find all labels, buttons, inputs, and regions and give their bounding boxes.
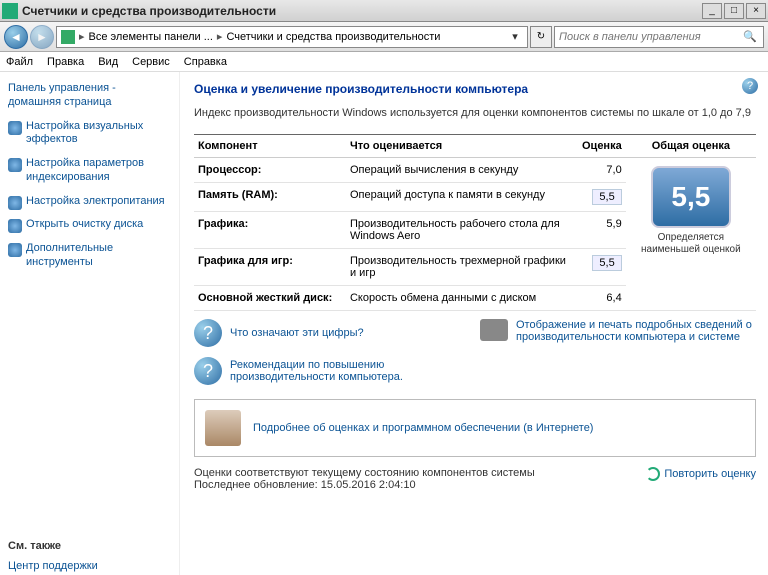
breadcrumb-part1[interactable]: Все элементы панели ... xyxy=(89,31,213,43)
main-pane: ? Оценка и увеличение производительности… xyxy=(180,72,768,575)
address-bar[interactable]: ▸ Все элементы панели ... ▸ Счетчики и с… xyxy=(56,26,528,48)
printer-icon xyxy=(480,319,508,341)
title-bar: Счетчики и средства производительности _… xyxy=(0,0,768,22)
sidebar-home[interactable]: Панель управления - домашняя страница xyxy=(8,82,171,110)
sidebar-link-3[interactable]: Открыть очистку диска xyxy=(26,218,143,232)
search-input[interactable] xyxy=(559,31,741,43)
table-row: Процессор:Операций вычисления в секунду7… xyxy=(194,158,756,183)
link-tips[interactable]: Рекомендации по повышению производительн… xyxy=(230,359,470,383)
overall-caption: Определяется наименьшей оценкой xyxy=(630,232,752,256)
search-box[interactable]: 🔍 xyxy=(554,26,764,48)
address-dropdown[interactable]: ▾ xyxy=(507,30,523,43)
cell-component: Память (RAM): xyxy=(194,183,346,212)
cell-score: 6,4 xyxy=(574,286,626,311)
sidebar-see-also[interactable]: Центр поддержки xyxy=(8,560,171,574)
cell-component: Графика: xyxy=(194,212,346,249)
sidebar-link-icon xyxy=(8,196,22,210)
sidebar-link-4[interactable]: Дополнительные инструменты xyxy=(26,242,171,270)
menu-bar: Файл Правка Вид Сервис Справка xyxy=(0,52,768,72)
question-icon: ? xyxy=(194,319,222,347)
back-button[interactable]: ◄ xyxy=(4,25,28,49)
cell-component: Процессор: xyxy=(194,158,346,183)
cell-score: 5,9 xyxy=(574,212,626,249)
menu-view[interactable]: Вид xyxy=(98,56,118,68)
cell-what: Операций доступа к памяти в секунду xyxy=(346,183,574,212)
menu-help[interactable]: Справка xyxy=(184,56,227,68)
cell-what: Производительность рабочего стола для Wi… xyxy=(346,212,574,249)
nav-bar: ◄ ► ▸ Все элементы панели ... ▸ Счетчики… xyxy=(0,22,768,52)
question-icon: ? xyxy=(194,357,222,385)
status-line2: Последнее обновление: 15.05.2016 2:04:10 xyxy=(194,479,535,491)
cell-what: Скорость обмена данными с диском xyxy=(346,286,574,311)
page-description: Индекс производительности Windows исполь… xyxy=(194,106,756,120)
cell-component: Графика для игр: xyxy=(194,249,346,286)
menu-service[interactable]: Сервис xyxy=(132,56,170,68)
rerun-label: Повторить оценку xyxy=(664,468,756,480)
maximize-button[interactable]: □ xyxy=(724,3,744,19)
link-print-details[interactable]: Отображение и печать подробных сведений … xyxy=(516,319,756,343)
forward-button[interactable]: ► xyxy=(30,25,54,49)
help-icon[interactable]: ? xyxy=(742,78,758,94)
refresh-button[interactable]: ↻ xyxy=(530,26,552,48)
search-icon[interactable]: 🔍 xyxy=(741,28,759,46)
cell-score: 5,5 xyxy=(574,183,626,212)
chevron-right-icon: ▸ xyxy=(217,30,223,43)
link-more-info[interactable]: Подробнее об оценках и программном обесп… xyxy=(253,422,593,434)
status-line1: Оценки соответствуют текущему состоянию … xyxy=(194,467,535,479)
cell-score: 7,0 xyxy=(574,158,626,183)
cell-score: 5,5 xyxy=(574,249,626,286)
control-panel-icon xyxy=(61,30,75,44)
refresh-icon xyxy=(646,467,660,481)
sidebar-link-0[interactable]: Настройка визуальных эффектов xyxy=(26,120,171,148)
cell-component: Основной жесткий диск: xyxy=(194,286,346,311)
overall-score-badge: 5,5 xyxy=(651,166,731,228)
col-score: Оценка xyxy=(574,135,626,158)
col-overall: Общая оценка xyxy=(626,135,756,158)
more-info-box: Подробнее об оценках и программном обесп… xyxy=(194,399,756,457)
help-link-row: ? Что означают эти цифры? ? Рекомендации… xyxy=(194,319,756,385)
overall-score-cell: 5,5 Определяется наименьшей оценкой xyxy=(626,158,756,311)
sidebar-link-icon xyxy=(8,219,22,233)
chevron-right-icon: ▸ xyxy=(79,30,85,43)
rating-table: Компонент Что оценивается Оценка Общая о… xyxy=(194,134,756,311)
cell-what: Производительность трехмерной графики и … xyxy=(346,249,574,286)
sidebar-link-icon xyxy=(8,158,22,172)
menu-file[interactable]: Файл xyxy=(6,56,33,68)
window-title: Счетчики и средства производительности xyxy=(22,4,700,18)
see-also-header: См. также xyxy=(8,540,171,552)
sidebar-link-icon xyxy=(8,243,22,257)
content: Панель управления - домашняя страница На… xyxy=(0,72,768,575)
rerun-assessment-link[interactable]: Повторить оценку xyxy=(646,467,756,481)
page-heading: Оценка и увеличение производительности к… xyxy=(194,82,756,96)
sidebar-link-2[interactable]: Настройка электропитания xyxy=(26,195,165,209)
sidebar-link-icon xyxy=(8,121,22,135)
breadcrumb-part2[interactable]: Счетчики и средства производительности xyxy=(226,31,440,43)
software-box-icon xyxy=(205,410,241,446)
col-component: Компонент xyxy=(194,135,346,158)
sidebar-link-1[interactable]: Настройка параметров индексирования xyxy=(26,157,171,185)
close-button[interactable]: × xyxy=(746,3,766,19)
status-area: Оценки соответствуют текущему состоянию … xyxy=(194,467,756,491)
sidebar: Панель управления - домашняя страница На… xyxy=(0,72,180,575)
link-what-numbers[interactable]: Что означают эти цифры? xyxy=(230,327,364,339)
minimize-button[interactable]: _ xyxy=(702,3,722,19)
menu-edit[interactable]: Правка xyxy=(47,56,84,68)
col-what: Что оценивается xyxy=(346,135,574,158)
app-icon xyxy=(2,3,18,19)
cell-what: Операций вычисления в секунду xyxy=(346,158,574,183)
